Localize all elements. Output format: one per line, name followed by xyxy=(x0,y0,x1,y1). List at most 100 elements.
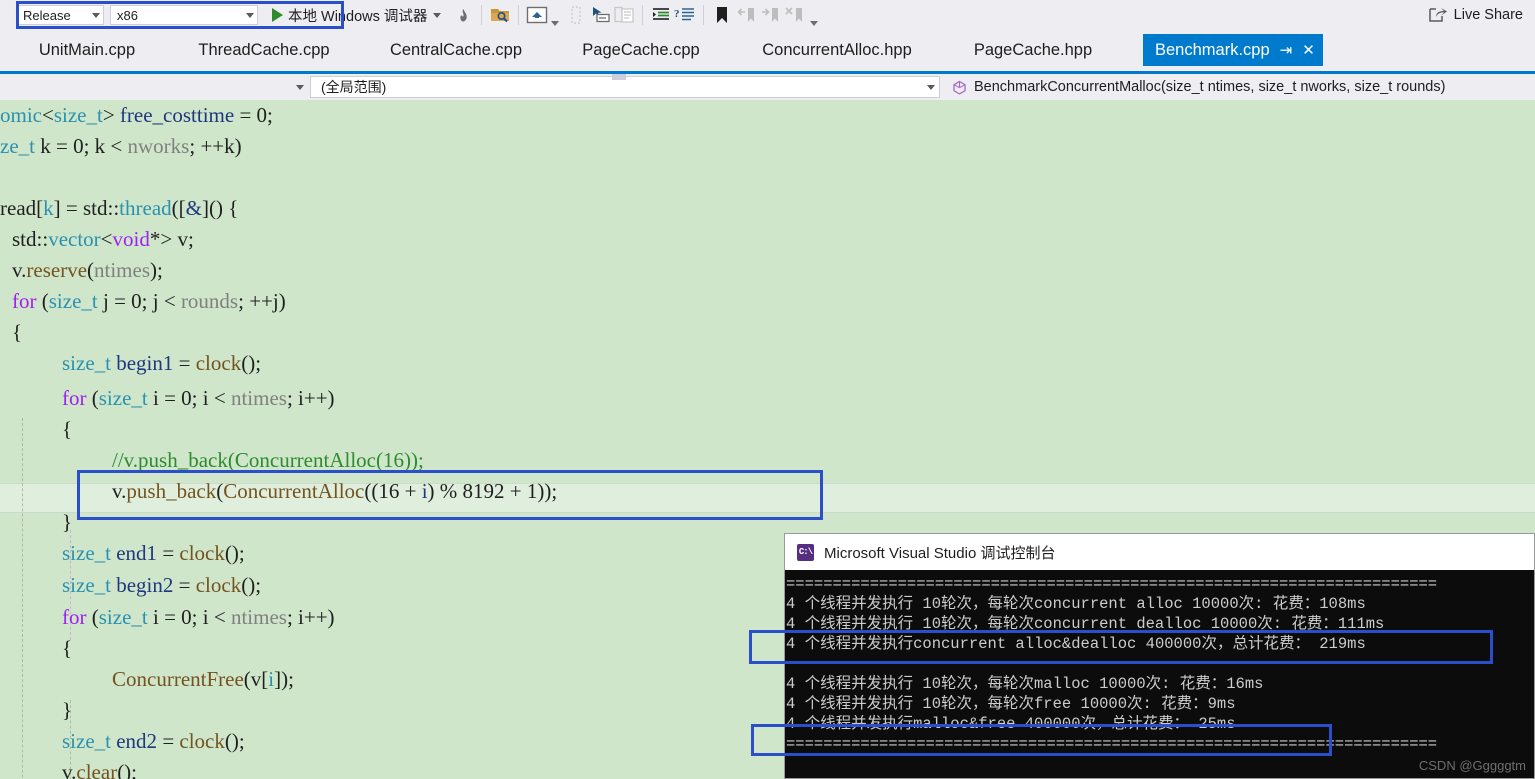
console-title-bar[interactable]: C:\ Microsoft Visual Studio 调试控制台 xyxy=(785,534,1534,570)
main-toolbar: Release x86 本地 Windows 调试器 ? Live Share xyxy=(0,0,1535,30)
attach-to-process-icon[interactable] xyxy=(488,3,512,27)
chevron-down-icon xyxy=(927,84,935,90)
code-token: ) % xyxy=(427,479,463,503)
code-token: void xyxy=(112,227,150,251)
console-app-icon: C:\ xyxy=(797,543,814,561)
tab-centralcache-cpp[interactable]: CentralCache.cpp xyxy=(372,34,540,66)
code-token: size_t xyxy=(98,605,148,629)
indent-icon[interactable] xyxy=(649,3,673,27)
code-token: ); xyxy=(150,258,163,282)
clear-bookmarks-icon[interactable] xyxy=(782,3,806,27)
code-line: size_t begin2 = clock(); xyxy=(62,570,261,601)
tab-benchmark-cpp[interactable]: Benchmark.cpp ⇥ ✕ xyxy=(1143,34,1323,66)
console-line: 4 个线程并发执行 10轮次，每轮次concurrent alloc 10000… xyxy=(786,595,1366,613)
preview-selected-items-icon[interactable] xyxy=(525,3,549,27)
project-dropdown[interactable] xyxy=(0,76,310,98)
code-token: size_t xyxy=(62,573,111,597)
live-share-label: Live Share xyxy=(1453,7,1523,23)
code-line: v.reserve(ntimes); xyxy=(12,255,163,286)
debug-console-window[interactable]: C:\ Microsoft Visual Studio 调试控制台 ======… xyxy=(784,533,1535,779)
code-token: ([ xyxy=(171,196,186,220)
tab-threadcache-cpp[interactable]: ThreadCache.cpp xyxy=(180,34,348,66)
watermark: CSDN @Gggggtm xyxy=(1418,758,1526,773)
code-token: = xyxy=(234,103,257,127)
code-token: free_costtime xyxy=(119,103,235,127)
start-debugging-button[interactable]: 本地 Windows 调试器 xyxy=(268,3,445,27)
console-line: 4 个线程并发执行 10轮次，每轮次free 10000次: 花费：9ms xyxy=(786,695,1236,713)
toolbar-overflow-icon[interactable] xyxy=(810,21,819,26)
code-token: i = xyxy=(147,386,182,410)
code-token: ConcurrentFree xyxy=(112,667,244,691)
code-line: size_t begin1 = clock(); xyxy=(62,348,261,379)
code-token: v. xyxy=(112,479,127,503)
function-dropdown[interactable]: BenchmarkConcurrentMalloc(size_t ntimes,… xyxy=(952,79,1445,95)
hot-reload-icon[interactable] xyxy=(451,3,475,27)
select-next-control-icon[interactable] xyxy=(588,3,612,27)
code-token: nworks xyxy=(127,134,190,158)
copy-element-icon[interactable] xyxy=(612,3,636,27)
code-line: size_t end1 = clock(); xyxy=(62,538,245,569)
comment-help-icon[interactable]: ? xyxy=(673,3,697,27)
tab-pagecache-cpp[interactable]: PageCache.cpp xyxy=(570,34,712,66)
code-token: & xyxy=(185,196,202,220)
code-token: 16 xyxy=(378,479,400,503)
code-line: for (size_t i = 0; i < ntimes; i++) xyxy=(62,602,335,633)
code-token: end1 xyxy=(116,541,158,565)
platform-dropdown[interactable]: x86 xyxy=(110,5,258,25)
function-signature: BenchmarkConcurrentMalloc(size_t ntimes,… xyxy=(974,79,1446,95)
code-token: (); xyxy=(117,760,138,779)
code-token: (); xyxy=(224,541,245,565)
code-token: k = xyxy=(34,134,74,158)
code-token: 0 xyxy=(181,605,192,629)
code-line: ze_t k = 0; k < nworks; ++k) xyxy=(0,131,242,162)
code-line: for (size_t i = 0; i < ntimes; i++) xyxy=(62,383,335,414)
tab-group-splitter[interactable] xyxy=(612,74,626,80)
code-token: ; i < xyxy=(191,605,231,629)
code-token: size_t xyxy=(98,386,148,410)
document-tab-bar: UnitMain.cpp ThreadCache.cpp CentralCach… xyxy=(0,30,1535,74)
play-icon xyxy=(272,8,283,22)
chevron-down-icon xyxy=(246,12,254,18)
code-token: ]); xyxy=(274,667,294,691)
code-token: ; ++j) xyxy=(238,289,286,313)
code-token: std:: xyxy=(12,227,49,251)
close-icon[interactable]: ✕ xyxy=(1302,43,1315,58)
tab-label: PageCache.hpp xyxy=(973,40,1093,59)
code-token: { xyxy=(62,636,73,660)
bookmark-icon[interactable] xyxy=(710,3,734,27)
code-line: } xyxy=(62,695,72,726)
next-bookmark-icon[interactable] xyxy=(758,3,782,27)
tab-unitmain-cpp[interactable]: UnitMain.cpp xyxy=(20,34,154,66)
tab-label: CentralCache.cpp xyxy=(389,40,523,59)
placeholder-dotted-icon xyxy=(564,3,588,27)
code-token: clock xyxy=(179,729,225,753)
code-token: begin2 xyxy=(116,573,174,597)
code-token: ( xyxy=(86,605,99,629)
tab-concurrentalloc-hpp[interactable]: ConcurrentAlloc.hpp xyxy=(742,34,932,66)
code-token: thread xyxy=(119,196,172,220)
chevron-down-icon[interactable] xyxy=(551,21,560,26)
code-token: ( xyxy=(243,667,251,691)
code-token: } xyxy=(62,510,73,534)
configuration-dropdown[interactable]: Release xyxy=(16,5,104,25)
code-token: 1 xyxy=(526,479,538,503)
code-token: size_t xyxy=(62,729,111,753)
scope-value: (全局范围) xyxy=(321,79,387,95)
tab-label: Benchmark.cpp xyxy=(1155,40,1270,59)
code-token: = xyxy=(173,351,196,375)
code-token: clear xyxy=(76,760,118,779)
code-line: v.clear(); xyxy=(62,757,137,779)
live-share-button[interactable]: Live Share xyxy=(1428,6,1523,24)
console-line: 4 个线程并发执行 10轮次，每轮次malloc 10000次: 花费：16ms xyxy=(786,675,1264,693)
chevron-down-icon xyxy=(296,84,304,90)
code-token: clock xyxy=(195,573,242,597)
previous-bookmark-icon[interactable] xyxy=(734,3,758,27)
code-token: 8192 xyxy=(462,479,505,503)
code-token: < xyxy=(42,103,54,127)
tab-pagecache-hpp[interactable]: PageCache.hpp xyxy=(960,34,1106,66)
code-token: ConcurrentAlloc xyxy=(223,479,365,503)
tab-label: PageCache.cpp xyxy=(582,40,700,59)
pin-icon[interactable]: ⇥ xyxy=(1280,43,1293,58)
code-token: ; ++k) xyxy=(189,134,242,158)
code-token: (); xyxy=(224,729,245,753)
